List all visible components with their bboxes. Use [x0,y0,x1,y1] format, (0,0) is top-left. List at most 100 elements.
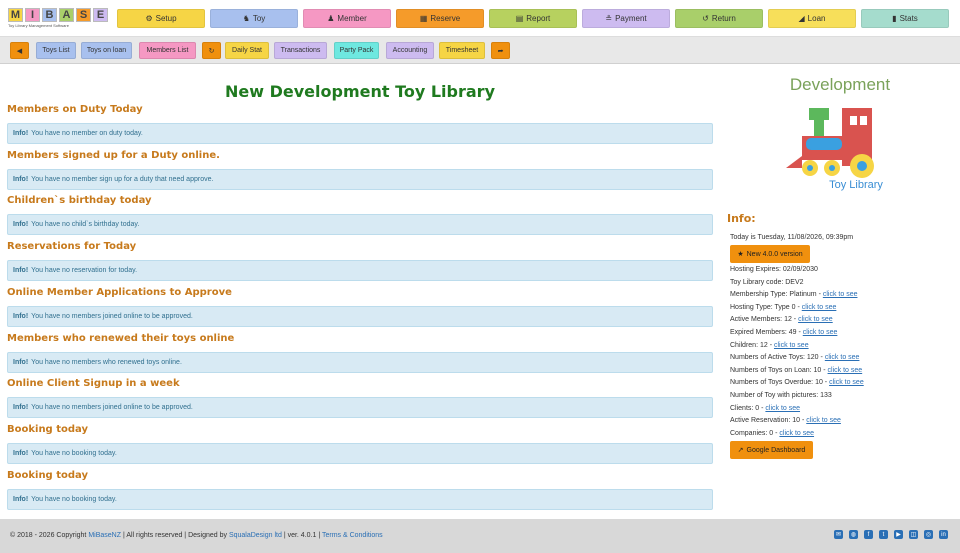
nav-toy-button[interactable]: ♞ Toy [210,9,298,28]
party-pack-button[interactable]: Party Pack [334,42,379,59]
section-heading: Members on Duty Today [7,104,143,115]
section-heading: Members signed up for a Duty online. [7,149,220,161]
nav-stats-button[interactable]: ▮ Stats [861,9,949,28]
toys-list-label: Toys List [42,47,70,54]
click-to-see-link[interactable]: click to see [823,291,858,298]
info-alert: Info! You have no members joined online t… [7,397,713,419]
logo-tagline: Toy Library Management Software [8,23,69,28]
report-icon: ▤ [515,14,524,23]
info-alert: Info! You have no members who renewed toy… [7,351,713,373]
calendar-icon: ▦ [419,14,428,23]
twitter-icon[interactable]: t [879,530,888,539]
chart-icon: ↗ [737,447,744,454]
daily-stat-button[interactable]: Daily Stat [225,42,269,59]
star-icon: ★ [737,251,744,258]
transactions-button[interactable]: Transactions [274,42,327,59]
nav-loan-button[interactable]: ◢ Loan [768,9,856,28]
info-line-text: Numbers of Active Toys: 120 - [730,354,825,362]
click-to-see-link[interactable]: click to see [806,417,841,424]
info-title: Info: [727,212,756,225]
youtube-icon[interactable]: ▶ [894,530,903,539]
nav-report-button[interactable]: ▤ Report [489,9,577,28]
info-alert: Info! You have no child`s birthday today. [7,214,713,236]
linkedin-icon[interactable]: in [939,530,948,539]
google-dashboard-button[interactable]: ↗ Google Dashboard [730,441,813,459]
nav-return-button[interactable]: ↺ Return [675,9,763,28]
bar-chart-icon: ▮ [892,14,897,23]
logo-letter: B [42,8,57,22]
info-line: Active Members: 12 - click to see [730,316,833,323]
logo-letter: A [59,8,74,22]
social-links: ✉ ◍ f t ▶ ◫ ◎ in [834,530,948,539]
click-to-see-link[interactable]: click to see [829,379,864,386]
nav-member-button[interactable]: ♟ Member [303,9,391,28]
logo-bottom-text: Toy Library [829,179,883,191]
logo-letter: E [93,8,108,22]
refresh-button[interactable]: ↻ [202,42,221,59]
info-alert: Info! You have no booking today. [7,488,713,510]
nav-label: Loan [807,14,826,23]
accounting-button[interactable]: Accounting [386,42,434,59]
click-to-see-link[interactable]: click to see [802,304,837,311]
back-button[interactable]: ◀ [10,42,29,59]
click-to-see-link[interactable]: click to see [774,342,809,349]
toys-on-loan-label: Toys on loan [86,47,127,54]
info-alert: Info! You have no member sign up for a du… [7,168,713,190]
info-message: You have no reservation for today. [31,267,138,275]
mibase-link[interactable]: MiBaseNZ [88,532,121,539]
info-line-text: Numbers of Toys on Loan: 10 - [730,366,828,374]
info-line-text: Number of Toy with pictures: 133 [730,392,832,399]
logout-button[interactable]: ➦ [491,42,510,59]
click-to-see-link[interactable]: click to see [765,405,800,412]
timesheet-button[interactable]: Timesheet [439,42,485,59]
click-to-see-link[interactable]: click to see [779,430,814,437]
click-to-see-link[interactable]: click to see [828,367,863,374]
footer: © 2018 - 2026 Copyright MiBaseNZ | All r… [0,519,960,553]
info-line: Numbers of Toys on Loan: 10 - click to s… [730,367,862,374]
gear-icon: ⚙ [145,14,153,23]
click-to-see-link[interactable]: click to see [825,354,860,361]
info-message: You have no members joined online to be … [31,404,193,412]
email-icon[interactable]: ✉ [834,530,843,539]
facebook-icon[interactable]: f [864,530,873,539]
toys-on-loan-button[interactable]: Toys on loan [81,42,132,59]
info-message: You have no booking today. [31,495,117,503]
logo-letter: I [25,8,40,22]
users-icon: ♟ [327,14,335,23]
nav-reserve-button[interactable]: ▦ Reserve [396,9,484,28]
nav-label: Setup [155,14,177,23]
info-sidebar: Development Toy Library Info: Today is T… [720,64,960,519]
terms-link[interactable]: Terms & Conditions [322,532,383,539]
return-icon: ↺ [702,14,709,23]
info-alert: Info! You have no reservation for today. [7,260,713,282]
click-to-see-link[interactable]: click to see [798,316,833,323]
send-icon: ◢ [798,14,805,23]
copyright-text: © 2018 - 2026 Copyright [10,532,89,539]
click-to-see-link[interactable]: click to see [803,329,838,336]
mibase-logo[interactable]: MIBASE Toy Library Management Software [8,8,110,33]
members-list-button[interactable]: Members List [139,42,196,59]
info-line-text: Numbers of Toys Overdue: 10 - [730,379,830,387]
map-icon[interactable]: ◫ [909,530,918,539]
info-line: Expired Members: 49 - click to see [730,329,837,336]
globe-icon[interactable]: ◍ [849,530,858,539]
instagram-icon[interactable]: ◎ [924,530,933,539]
info-message: You have no members joined online to be … [31,312,193,320]
toys-list-button[interactable]: Toys List [36,42,76,59]
sub-navigation: ◀ Toys List Toys on loan Members List ↻ Daily… [0,37,960,64]
info-line-text: Children: 12 - [730,341,774,349]
info-line: Numbers of Active Toys: 120 - click to s… [730,354,859,361]
toy-library-logo: Development Toy Library [786,75,890,191]
info-label: Info! [13,312,29,320]
logout-icon: ➦ [497,47,504,55]
designer-link[interactable]: SqualaDesign ltd [229,532,282,539]
refresh-icon: ↻ [208,47,215,55]
section-heading: Children`s birthday today [7,195,152,207]
info-message: You have no booking today. [31,449,117,457]
new-version-button[interactable]: ★ New 4.0.0 version [730,245,810,263]
info-line: Number of Toy with pictures: 133 [730,392,832,399]
section-heading: Online Member Applications to Approve [7,286,232,298]
transactions-label: Transactions [280,47,321,54]
nav-payment-button[interactable]: ≗ Payment [582,9,670,28]
nav-setup-button[interactable]: ⚙ Setup [117,9,205,28]
